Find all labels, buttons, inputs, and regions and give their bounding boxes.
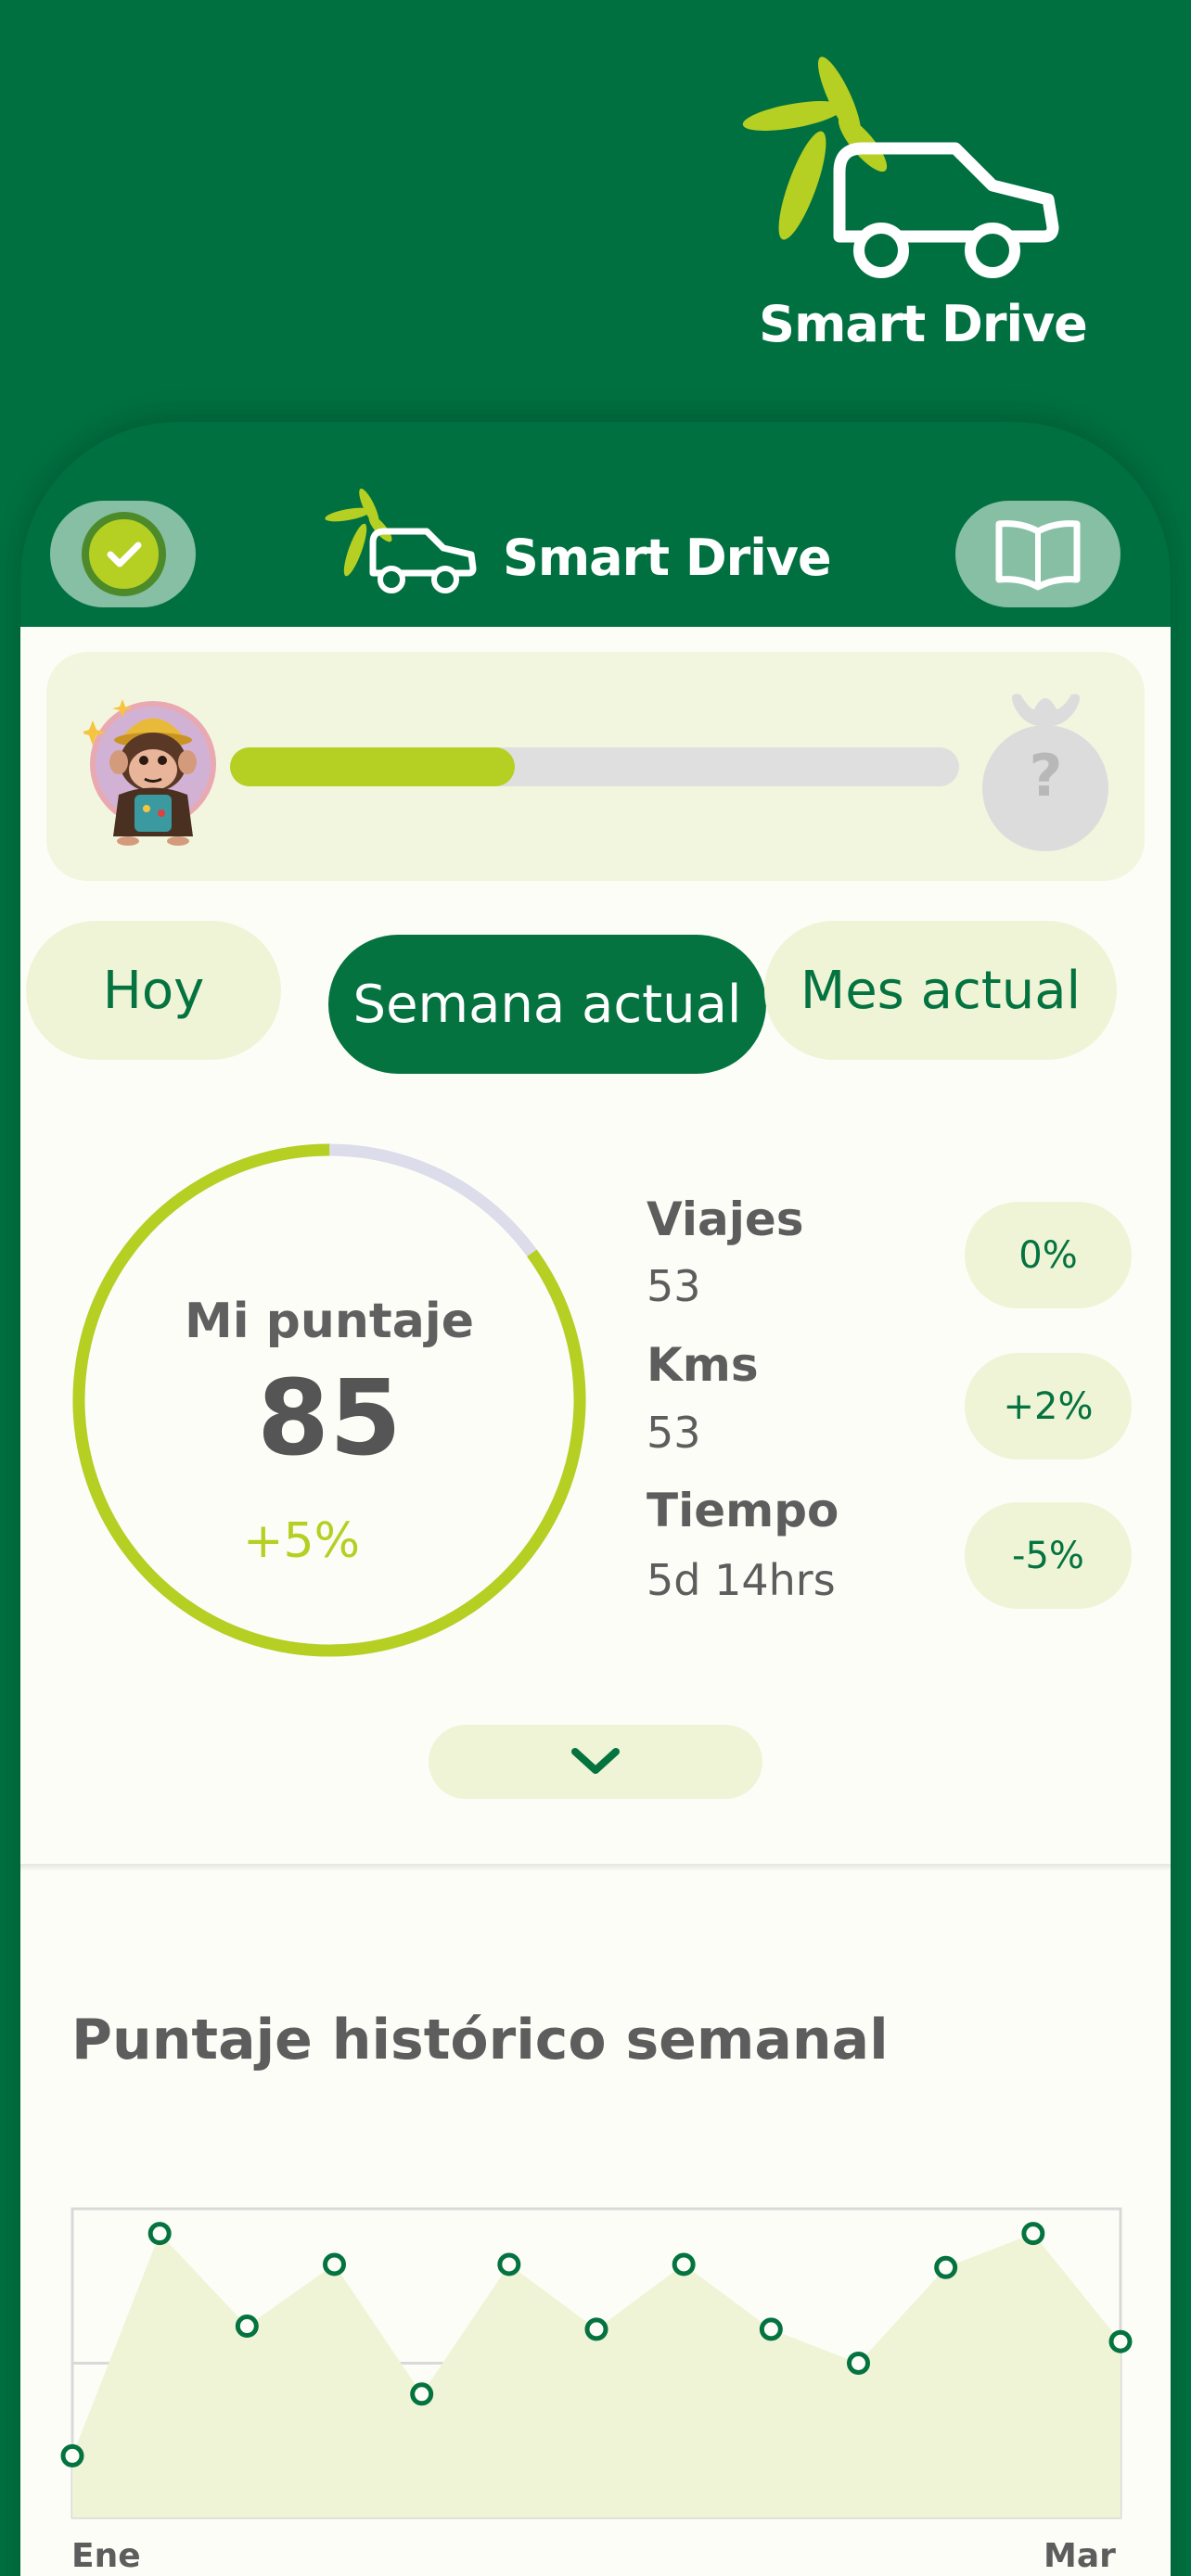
smart-drive-logo (742, 57, 1059, 278)
chart-data-point[interactable] (235, 2315, 259, 2339)
tab-hoy[interactable]: Hoy (26, 921, 281, 1060)
header-logo-icon (325, 488, 477, 593)
guide-button[interactable] (955, 501, 1121, 607)
score-value: 85 (257, 1358, 402, 1479)
chart-x-label-end: Mar (1044, 2537, 1116, 2575)
section-divider (20, 1864, 1171, 1871)
chart-data-point[interactable] (60, 2443, 84, 2468)
check-circle-icon (82, 512, 166, 596)
chart-data-point[interactable] (323, 2252, 346, 2276)
chart-data-point[interactable] (147, 2222, 172, 2246)
stat-kms-label: Kms (647, 1338, 759, 1392)
stat-kms-change-badge: +2% (965, 1353, 1132, 1460)
history-chart-title: Puntaje histórico semanal (71, 2008, 889, 2072)
stat-time-value: 5d 14hrs (647, 1555, 836, 1605)
score-delta: +5% (242, 1513, 361, 1569)
chart-data-point[interactable] (1021, 2222, 1045, 2246)
header-title: Smart Drive (503, 529, 832, 587)
chart-data-point[interactable] (497, 2252, 521, 2276)
expand-details-button[interactable] (429, 1725, 762, 1799)
level-progress-fill (230, 747, 515, 786)
chart-data-point[interactable] (1108, 2329, 1133, 2353)
stat-trips-label: Viajes (647, 1192, 804, 1246)
chart-area-series (72, 2233, 1121, 2518)
chart-data-point[interactable] (672, 2252, 696, 2276)
chart-data-point[interactable] (410, 2382, 434, 2406)
chevron-down-icon (571, 1748, 620, 1774)
tab-semana-actual[interactable]: Semana actual (328, 935, 766, 1074)
chart-x-label-start: Ene (71, 2537, 141, 2575)
stat-kms-value: 53 (647, 1408, 701, 1458)
open-book-icon (995, 519, 1081, 590)
chimp-explorer-avatar[interactable] (83, 688, 223, 846)
chart-data-point[interactable] (934, 2255, 958, 2279)
splash-title: Smart Drive (759, 295, 1088, 353)
chart-data-point[interactable] (847, 2352, 870, 2375)
tab-mes-actual[interactable]: Mes actual (764, 921, 1117, 1060)
stat-trips-value: 53 (647, 1261, 701, 1311)
weekly-score-history-chart (60, 2207, 1133, 2519)
stat-trips-change-badge: 0% (965, 1202, 1132, 1308)
score-label: Mi puntaje (185, 1294, 474, 1349)
mystery-reward-label: ? (1029, 742, 1063, 810)
chart-data-point[interactable] (584, 2317, 608, 2341)
stat-time-change-badge: -5% (965, 1502, 1132, 1609)
chart-data-point[interactable] (759, 2317, 783, 2341)
stat-time-label: Tiempo (647, 1484, 839, 1537)
